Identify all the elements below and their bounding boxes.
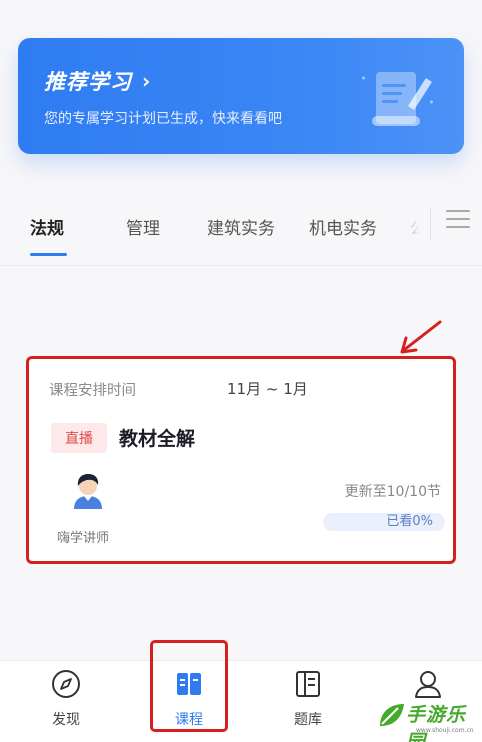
active-tab-indicator (30, 253, 67, 256)
progress-text: 已看0% (386, 514, 433, 529)
tab-construction-practice[interactable]: 建筑实务 (207, 214, 275, 239)
teacher-avatar-icon (74, 474, 102, 509)
live-badge: 直播 (51, 423, 107, 453)
watermark-text: 手游乐园 (406, 704, 467, 742)
chevron-right-icon: › (142, 69, 152, 93)
banner-subtitle: 您的专属学习计划已生成，快来看看吧 (44, 111, 282, 127)
scroll-pen-icon (362, 72, 433, 126)
nav-question-bank[interactable]: 题库 (263, 661, 353, 742)
leaf-logo-icon (380, 704, 404, 726)
banner-title-text: 推荐学习 (44, 70, 132, 94)
schedule-value: 11月 ~ 1月 (227, 380, 308, 398)
nav-label-question-bank: 题库 (294, 712, 322, 728)
nav-label-discover: 发现 (52, 712, 80, 728)
tab-regulations[interactable]: 法规 (30, 214, 64, 239)
recommend-banner[interactable]: 推荐学习 › 您的专属学习计划已生成，快来看看吧 (18, 38, 464, 154)
nav-discover[interactable]: 发现 (21, 661, 111, 742)
banner-title: 推荐学习 › (44, 66, 151, 96)
tab-management[interactable]: 管理 (126, 214, 160, 239)
subject-tabs: 法规 管理 建筑实务 机电实务 公 (0, 196, 482, 266)
course-card[interactable]: 课程安排时间 11月 ~ 1月 直播 教材全解 嗨学讲师 更新至10/10节 已… (26, 356, 456, 564)
tab-fade (388, 196, 434, 256)
nav-highlight-box (150, 640, 228, 732)
watermark-logo: 手游乐园 www.shouji.com.cn (376, 696, 480, 742)
compass-icon (52, 670, 80, 698)
update-status: 更新至10/10节 (344, 484, 441, 500)
course-title: 教材全解 (119, 428, 196, 450)
tab-electromechanical-practice[interactable]: 机电实务 (309, 214, 377, 239)
question-bank-icon (296, 671, 320, 697)
menu-lines-icon[interactable] (446, 210, 470, 230)
annotation-arrow-icon (400, 320, 442, 354)
tab-divider (430, 208, 431, 240)
teacher-name: 嗨学讲师 (57, 531, 110, 546)
user-icon (415, 671, 441, 698)
watermark-url: www.shouji.com.cn (416, 727, 474, 734)
watch-progress-bar: 已看0% (323, 513, 445, 531)
schedule-label: 课程安排时间 (49, 383, 136, 399)
